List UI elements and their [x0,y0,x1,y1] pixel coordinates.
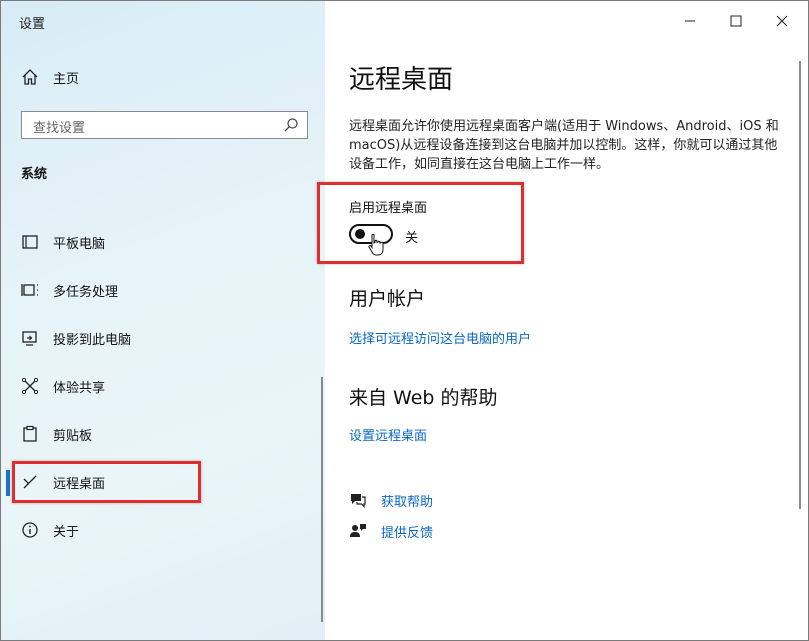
user-accounts-heading: 用户帐户 [349,288,426,310]
home-icon [20,67,40,87]
tablet-icon [20,232,40,252]
sidebar-scrollbar[interactable] [321,377,323,622]
sidebar-item-label: 体验共享 [53,380,106,396]
sidebar-item-home[interactable]: 主页 [1,57,323,97]
get-help-link[interactable]: 获取帮助 [349,490,433,510]
info-icon [20,520,40,540]
clipboard-icon [20,424,40,444]
minimize-icon [685,20,695,22]
toggle-label: 启用远程桌面 [349,201,428,216]
mouse-cursor-icon [368,233,384,256]
sidebar-item-about[interactable]: 关于 [1,510,323,550]
sidebar-item-label: 剪贴板 [53,428,93,444]
give-feedback-link[interactable]: 提供反馈 [349,521,433,541]
close-icon [776,15,788,27]
remote-desktop-icon [20,472,40,492]
search-input[interactable]: 查找设置 [21,111,308,139]
minimize-button[interactable] [678,9,702,33]
main-scrollbar[interactable] [799,61,801,509]
window-title: 设置 [19,17,46,32]
share-experience-icon [20,376,40,396]
toggle-state: 关 [405,231,419,246]
section-title: 系统 [21,167,48,182]
sidebar-item-label: 投影到此电脑 [53,332,132,348]
sidebar: 设置 主页 查找设置 系统 平板电脑 多任务处理 投影到此电脑 体验共享 剪贴板… [1,1,325,640]
highlight-box-toggle [317,182,524,264]
settings-window: 设置 主页 查找设置 系统 平板电脑 多任务处理 投影到此电脑 体验共享 剪贴板… [0,0,809,641]
web-help-heading: 来自 Web 的帮助 [349,387,498,409]
maximize-button[interactable] [724,9,748,33]
sidebar-item-multitasking[interactable]: 多任务处理 [1,270,323,310]
feedback-icon [350,524,366,537]
project-icon [20,328,40,348]
toggle-knob [355,229,365,239]
sidebar-item-label: 关于 [53,524,80,540]
sidebar-home-label: 主页 [53,71,80,87]
search-placeholder: 查找设置 [33,121,86,136]
sidebar-item-label: 平板电脑 [53,236,106,252]
sidebar-item-clipboard[interactable]: 剪贴板 [1,414,323,454]
setup-remote-desktop-link[interactable]: 设置远程桌面 [349,425,427,444]
maximize-icon [730,15,742,27]
give-feedback-label: 提供反馈 [381,525,434,541]
sidebar-item-project[interactable]: 投影到此电脑 [1,318,323,358]
sidebar-item-shared-experiences[interactable]: 体验共享 [1,366,323,406]
sidebar-item-remote-desktop[interactable]: 远程桌面 [1,462,323,502]
sidebar-item-label: 多任务处理 [53,284,119,300]
page-title: 远程桌面 [349,65,454,95]
help-chat-icon [351,494,366,508]
get-help-label: 获取帮助 [381,494,434,510]
search-icon [283,117,299,133]
close-button[interactable] [770,9,794,33]
sidebar-item-tablet[interactable]: 平板电脑 [1,222,323,262]
page-description: 远程桌面允许你使用远程桌面客户端(适用于 Windows、Android、iOS… [349,119,779,172]
main-content: 远程桌面 远程桌面允许你使用远程桌面客户端(适用于 Windows、Androi… [317,1,808,640]
multitask-icon [20,280,40,300]
sidebar-item-label: 远程桌面 [53,476,106,492]
select-users-link[interactable]: 选择可远程访问这台电脑的用户 [349,328,531,347]
